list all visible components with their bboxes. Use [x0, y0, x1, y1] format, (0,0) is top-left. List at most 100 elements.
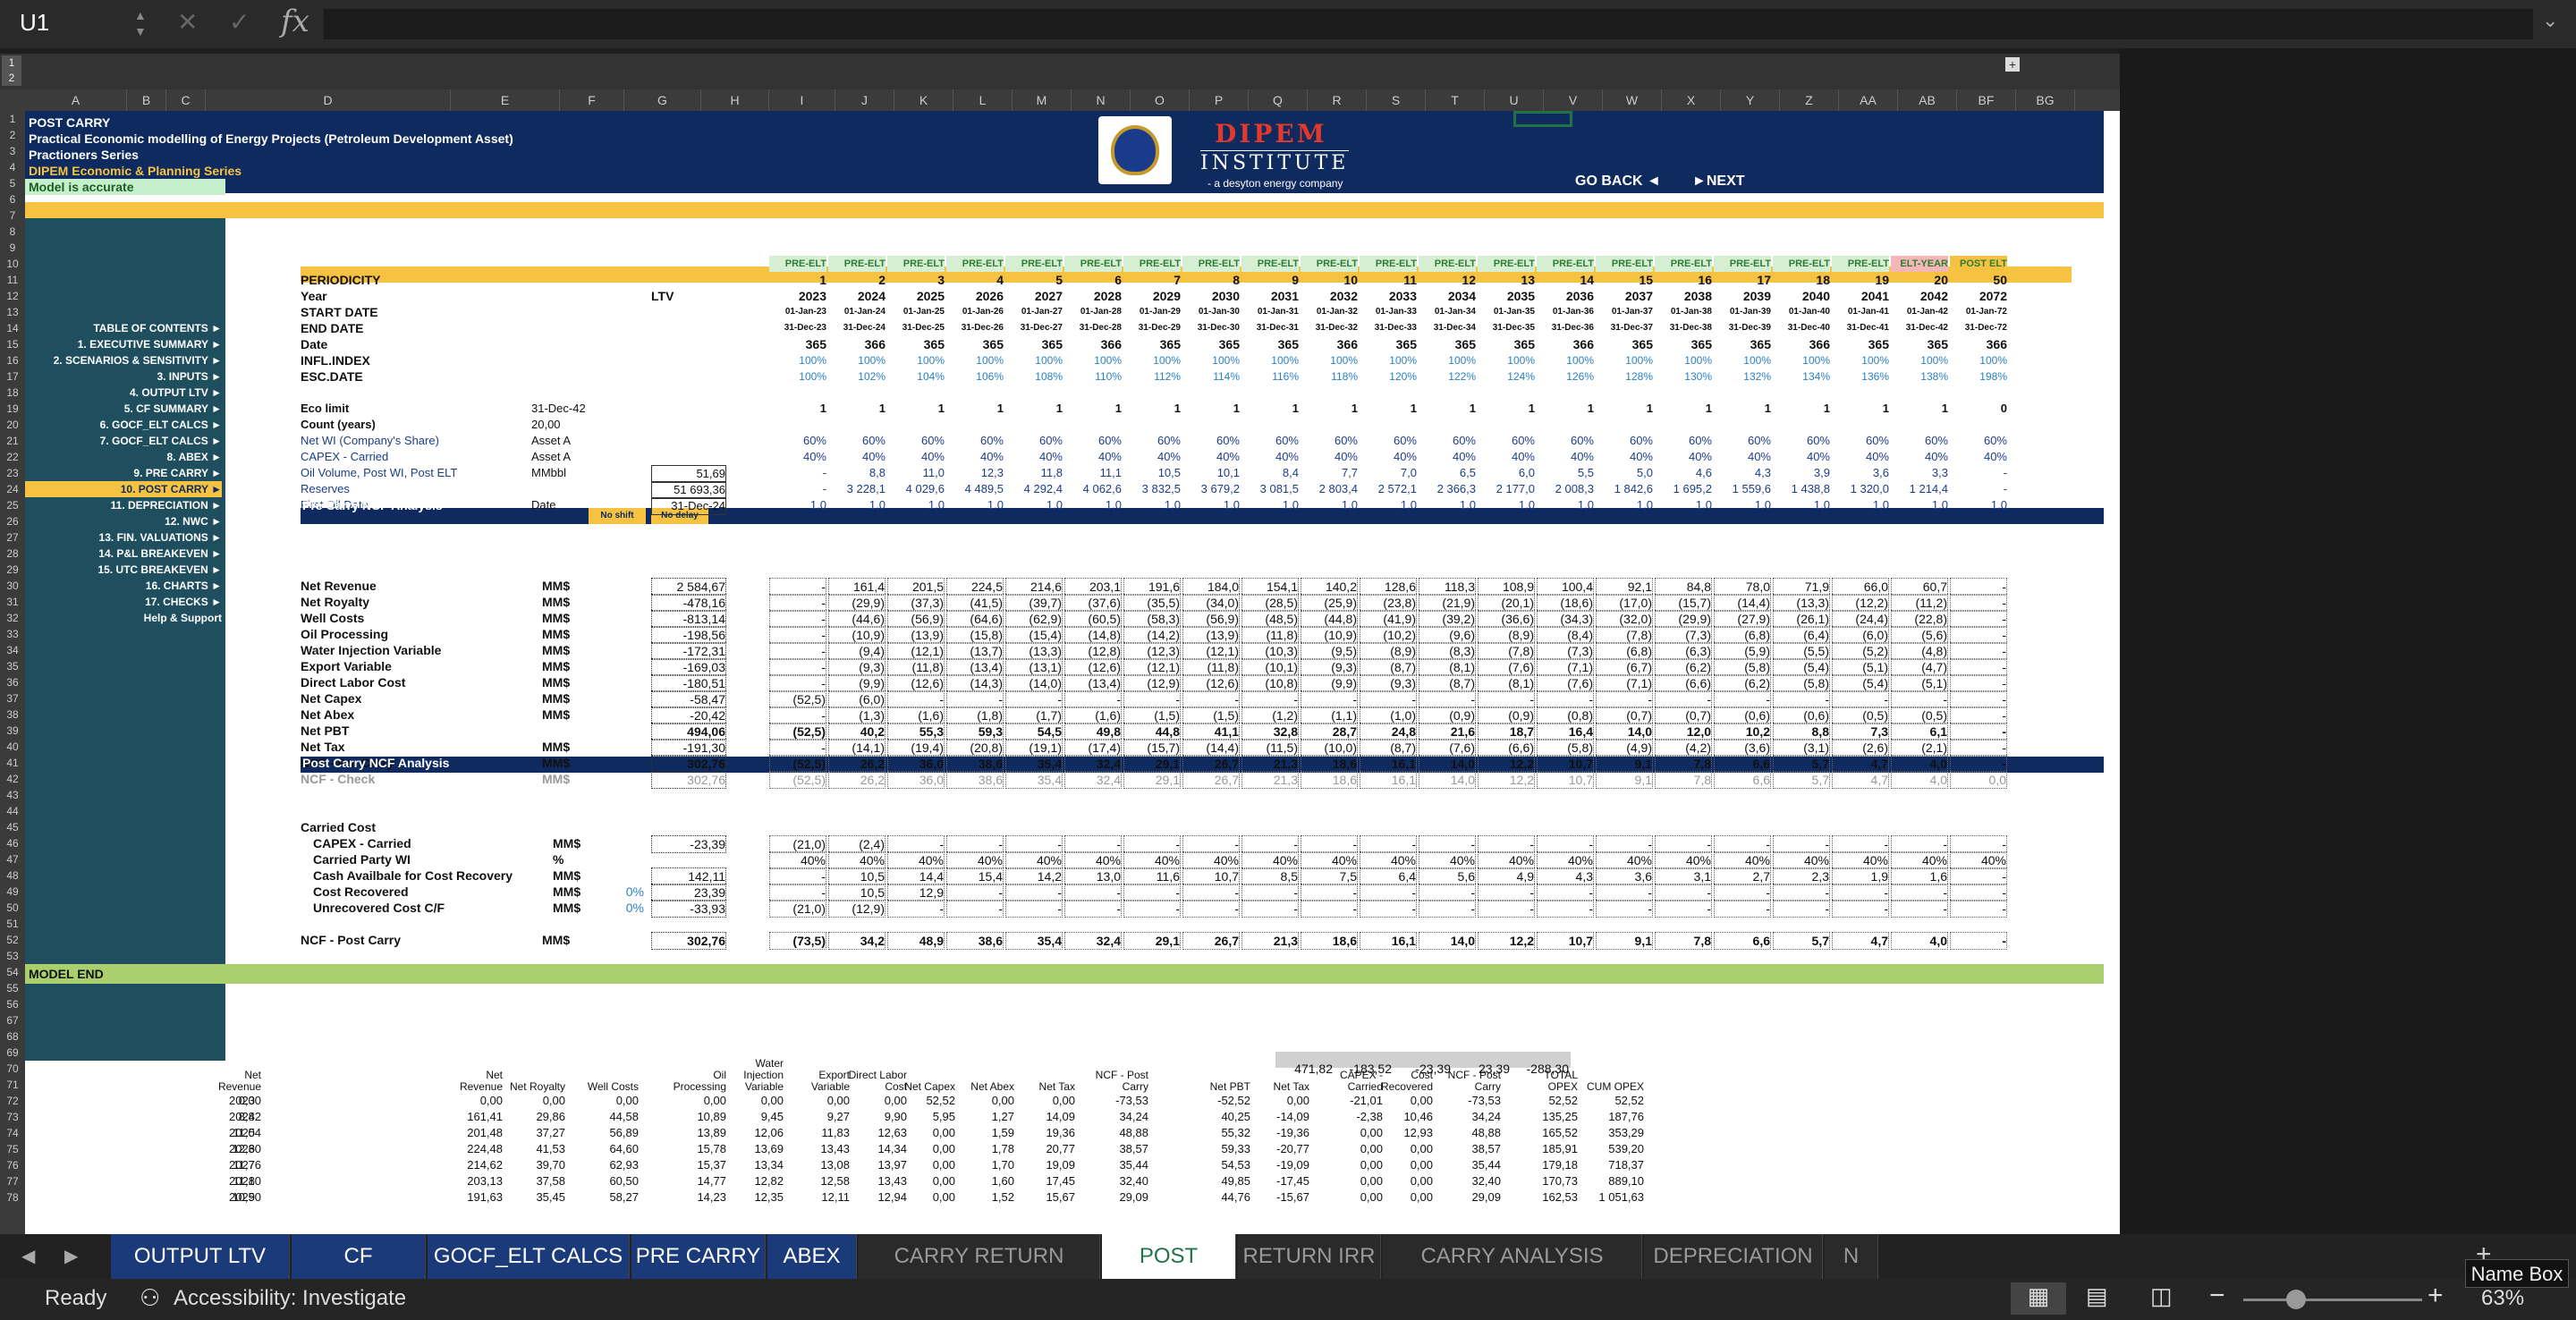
pre-carry-value[interactable]: - — [1891, 690, 1948, 708]
summary-value[interactable]: 59,33 — [1188, 1141, 1250, 1157]
post-carry-unit[interactable]: MM$ — [553, 835, 606, 851]
post-carry-value[interactable]: - — [1891, 900, 1948, 918]
param-value[interactable]: 40% — [1773, 449, 1830, 465]
pre-carry-value[interactable]: - — [1182, 690, 1240, 708]
column-header[interactable]: E — [451, 89, 560, 111]
post-carry-value[interactable]: 40% — [1832, 851, 1889, 869]
post-carry-value[interactable]: - — [1182, 900, 1240, 918]
row-header[interactable]: 77 — [0, 1173, 25, 1189]
summary-header[interactable]: Water Injection Variable — [721, 1050, 784, 1093]
timeline-cell[interactable]: 2040 — [1773, 288, 1830, 304]
sidebar-menu-item[interactable]: 8. ABEX ► — [25, 449, 222, 465]
sidebar-menu-item[interactable]: 2. SCENARIOS & SENSITIVITY ► — [25, 352, 222, 368]
post-carry-value[interactable]: - — [1714, 884, 1771, 901]
timeline-cell[interactable]: 100% — [769, 352, 826, 368]
timeline-cell[interactable]: 120% — [1360, 368, 1417, 385]
post-carry-value[interactable]: - — [1655, 884, 1712, 901]
timeline-cell[interactable]: 365 — [1714, 336, 1771, 352]
phase-label[interactable]: PRE-ELT — [1241, 256, 1299, 272]
timeline-cell[interactable]: 31-Dec-42 — [1891, 320, 1948, 336]
post-carry-value[interactable]: 11,6 — [1123, 867, 1181, 885]
row-header[interactable]: 19 — [0, 401, 25, 417]
pre-carry-value[interactable]: 26,7 — [1182, 771, 1240, 789]
pre-carry-value[interactable]: 36,0 — [887, 755, 945, 773]
pre-carry-value[interactable]: 18,7 — [1478, 723, 1535, 740]
param-value[interactable]: 1 — [1891, 401, 1948, 417]
pre-carry-unit[interactable]: MM$ — [542, 658, 596, 674]
summary-value[interactable]: 0,00 — [1370, 1093, 1433, 1109]
post-carry-value[interactable]: 40% — [1419, 851, 1476, 869]
pre-carry-value[interactable]: (9,3) — [1360, 674, 1417, 692]
param-value[interactable]: 7,7 — [1301, 465, 1358, 481]
pre-carry-value[interactable]: (10,0) — [1301, 739, 1358, 757]
column-header[interactable]: W — [1603, 89, 1662, 111]
timeline-cell[interactable]: 134% — [1773, 368, 1830, 385]
pre-carry-unit[interactable]: MM$ — [542, 610, 596, 626]
post-carry-value[interactable]: (2,4) — [828, 835, 886, 853]
sidebar-menu-item[interactable]: 11. DEPRECIATION ► — [25, 497, 222, 513]
sidebar-menu-item[interactable]: 9. PRE CARRY ► — [25, 465, 222, 481]
esc-date-label[interactable]: ESC.DATE — [301, 368, 542, 385]
post-carry-value[interactable]: (21,0) — [769, 900, 826, 918]
pre-carry-value[interactable]: - — [1950, 610, 2007, 628]
column-header[interactable]: V — [1544, 89, 1603, 111]
ncf-post-carry-value[interactable]: 7,8 — [1655, 932, 1712, 950]
post-carry-value[interactable]: - — [1360, 835, 1417, 853]
phase-label[interactable]: PRE-ELT — [1005, 256, 1063, 272]
go-back-button[interactable]: GO BACK ◄ — [1575, 173, 1661, 190]
param-value[interactable]: 1,0 — [1419, 497, 1476, 513]
summary-value[interactable]: -52,52 — [1188, 1093, 1250, 1109]
phase-label[interactable]: PRE-ELT — [1064, 256, 1122, 272]
post-carry-value[interactable]: - — [1241, 835, 1299, 853]
post-carry-value[interactable]: 40% — [1537, 851, 1594, 869]
summary-value[interactable]: 12,30 — [199, 1141, 261, 1157]
timeline-cell[interactable]: 365 — [1655, 336, 1712, 352]
timeline-cell[interactable]: 5 — [1005, 272, 1063, 288]
param-value[interactable]: 60% — [828, 433, 886, 449]
param-value[interactable]: 1 320,0 — [1832, 481, 1889, 497]
pre-carry-value[interactable]: (14,4) — [1182, 739, 1240, 757]
pre-carry-value[interactable]: (56,9) — [1182, 610, 1240, 628]
pre-carry-value[interactable]: (0,6) — [1714, 707, 1771, 724]
summary-value[interactable]: 32,40 — [1438, 1173, 1501, 1189]
post-carry-value[interactable]: - — [1596, 900, 1653, 918]
pre-carry-value[interactable]: (26,1) — [1773, 610, 1830, 628]
summary-value[interactable]: 41,53 — [503, 1141, 565, 1157]
timeline-cell[interactable]: 124% — [1478, 368, 1535, 385]
selected-cell-u1[interactable] — [1513, 111, 1572, 127]
sheet-tab[interactable]: POST CARRY — [1102, 1234, 1236, 1313]
post-carry-value[interactable]: - — [1419, 884, 1476, 901]
pre-carry-value[interactable]: (62,9) — [1005, 610, 1063, 628]
param-label[interactable]: Eco limit — [301, 401, 542, 417]
timeline-cell[interactable]: 366 — [828, 336, 886, 352]
post-carry-value[interactable]: 14,4 — [887, 867, 945, 885]
pre-carry-value[interactable]: (28,5) — [1241, 594, 1299, 612]
timeline-cell[interactable]: 01-Jan-26 — [946, 304, 1004, 320]
pre-carry-value[interactable]: 12,0 — [1655, 723, 1712, 740]
param-value[interactable]: 40% — [1005, 449, 1063, 465]
summary-value[interactable]: -15,67 — [1247, 1189, 1309, 1206]
param-value[interactable]: 1 — [1123, 401, 1181, 417]
sheet-tab[interactable]: DEPRECIATION — [1644, 1234, 1823, 1279]
summary-value[interactable]: 55,32 — [1188, 1125, 1250, 1141]
pre-carry-value[interactable]: (56,9) — [887, 610, 945, 628]
summary-header[interactable]: Net Tax — [1013, 1050, 1075, 1093]
pre-carry-value[interactable]: (44,8) — [1301, 610, 1358, 628]
prev-sheet-icon[interactable]: ◀ — [21, 1245, 35, 1267]
row-header[interactable]: 25 — [0, 497, 25, 513]
timeline-cell[interactable]: 31-Dec-36 — [1537, 320, 1594, 336]
summary-value[interactable]: 35,44 — [1438, 1157, 1501, 1173]
pre-carry-value[interactable]: (52,5) — [769, 723, 826, 740]
pre-carry-value[interactable]: (41,9) — [1360, 610, 1417, 628]
param-label[interactable]: Reserves — [301, 481, 542, 497]
timeline-cell[interactable]: 7 — [1123, 272, 1181, 288]
summary-header[interactable]: Net Royalty — [503, 1050, 565, 1093]
pre-carry-value[interactable]: 214,6 — [1005, 578, 1063, 596]
param-value[interactable]: 1 — [1596, 401, 1653, 417]
zoom-in-icon[interactable]: + — [2428, 1281, 2444, 1311]
ncf-post-carry-value[interactable]: 4,7 — [1832, 932, 1889, 950]
pre-carry-value[interactable]: 12,2 — [1478, 771, 1535, 789]
column-header[interactable]: M — [1013, 89, 1072, 111]
ncf-post-carry-value[interactable]: 48,9 — [887, 932, 945, 950]
timeline-cell[interactable]: 2030 — [1182, 288, 1240, 304]
